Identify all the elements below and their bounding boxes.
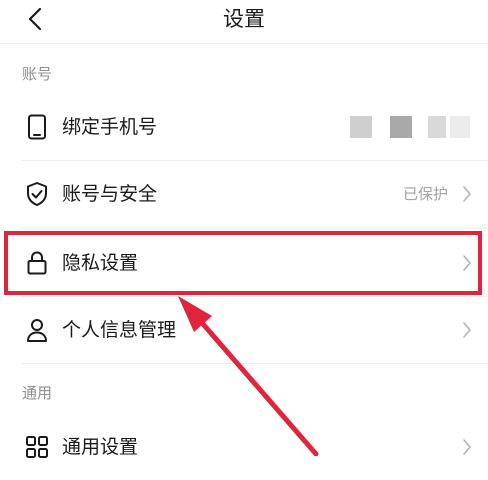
security-status-value: 已保护 xyxy=(402,185,448,203)
chevron-right-icon xyxy=(460,321,474,339)
chevron-right-icon xyxy=(460,185,474,203)
section-label-account: 账号 xyxy=(22,65,53,83)
page-title: 设置 xyxy=(223,7,265,31)
user-icon xyxy=(24,317,50,343)
settings-row-label: 账号与安全 xyxy=(62,183,158,205)
masked-phone-number xyxy=(350,116,470,138)
shield-check-icon xyxy=(24,181,50,207)
section-label-general: 通用 xyxy=(22,384,53,402)
divider xyxy=(22,363,488,364)
settings-row-privacy[interactable]: 隐私设置 xyxy=(0,230,488,296)
settings-row-label: 隐私设置 xyxy=(62,252,139,274)
settings-row-general[interactable]: 通用设置 xyxy=(0,414,488,480)
chevron-right-icon xyxy=(460,254,474,272)
chevron-right-icon xyxy=(460,438,474,456)
divider xyxy=(22,228,488,229)
phone-icon xyxy=(24,114,50,140)
settings-row-label: 绑定手机号 xyxy=(62,116,158,138)
settings-row-bind-phone[interactable]: 绑定手机号 xyxy=(0,94,488,160)
settings-row-label: 个人信息管理 xyxy=(62,319,177,341)
grid-icon xyxy=(24,434,50,460)
lock-icon xyxy=(24,250,50,276)
header: 设置 xyxy=(0,0,488,44)
settings-row-account-security[interactable]: 账号与安全 已保护 xyxy=(0,161,488,227)
settings-row-label: 通用设置 xyxy=(62,436,139,458)
settings-row-personal-info[interactable]: 个人信息管理 xyxy=(0,297,488,363)
